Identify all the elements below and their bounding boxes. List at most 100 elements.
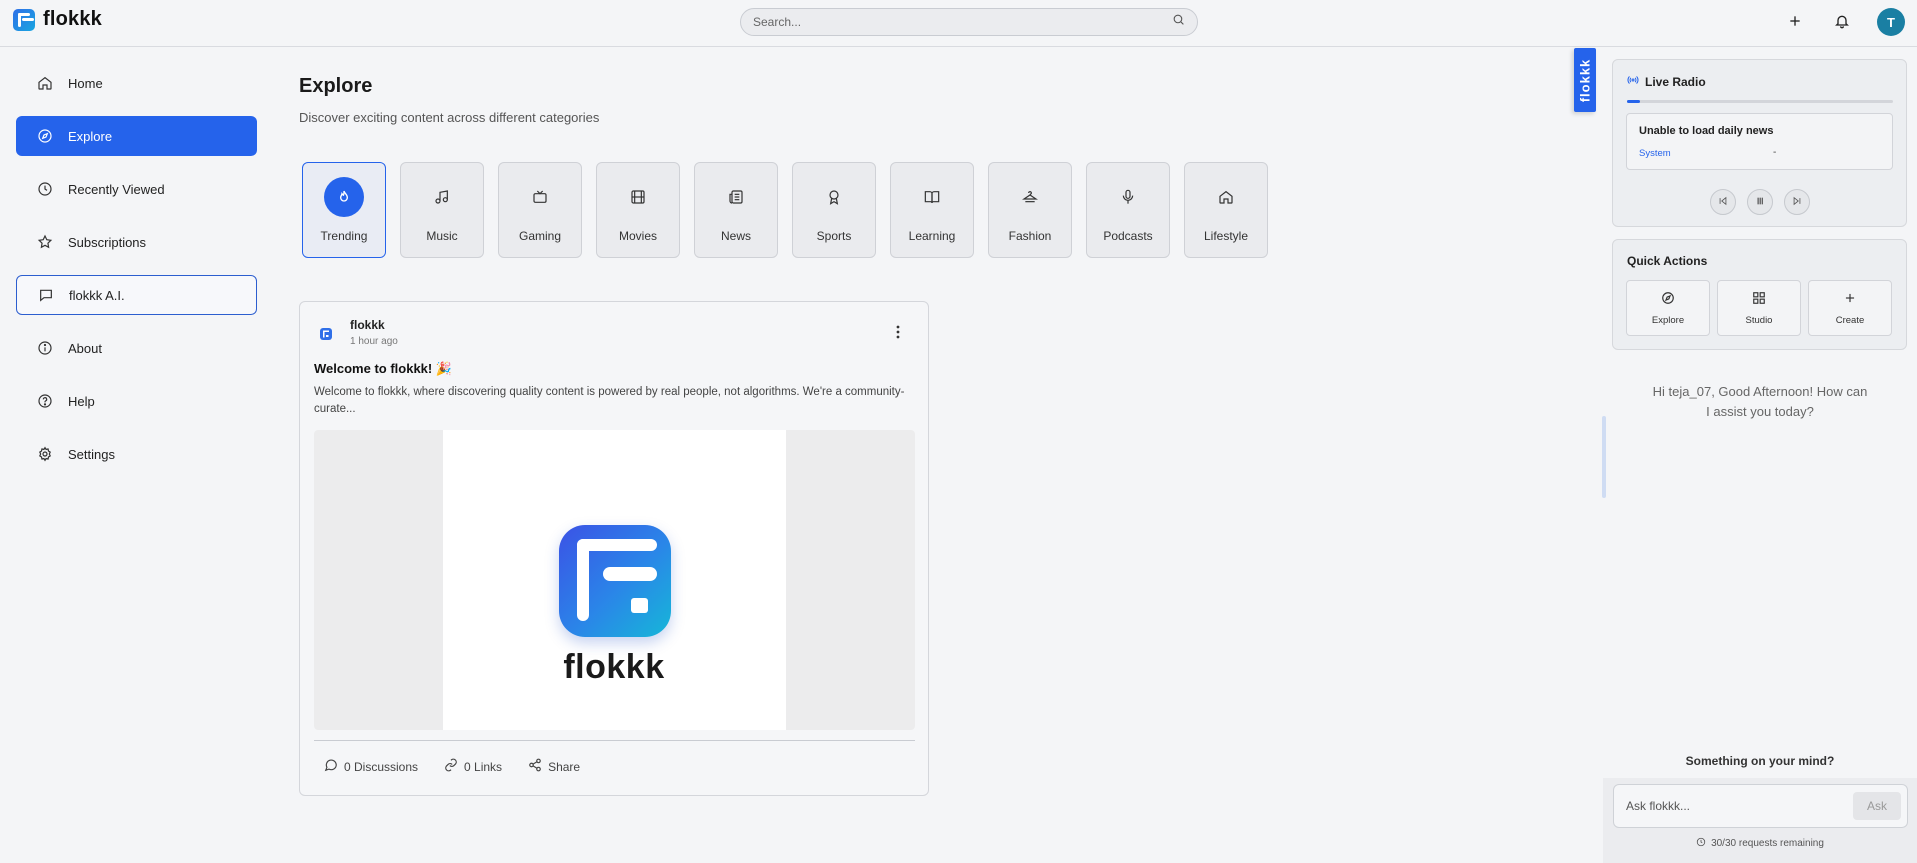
top-bar: flokkk T: [0, 0, 1917, 47]
share-button[interactable]: Share: [528, 758, 580, 775]
award-icon: [814, 177, 854, 217]
sidebar-item-flokkk-ai[interactable]: flokkk A.I.: [16, 275, 257, 315]
category-news[interactable]: News: [694, 162, 778, 258]
sidebar-item-label: Settings: [68, 446, 115, 462]
compass-icon: [1661, 291, 1675, 308]
search-input[interactable]: [753, 15, 1172, 29]
sidebar-item-subscriptions[interactable]: Subscriptions: [16, 222, 257, 262]
grid-icon: [1752, 291, 1766, 308]
quick-action-create[interactable]: Create: [1808, 280, 1892, 336]
category-music[interactable]: Music: [400, 162, 484, 258]
category-trending[interactable]: Trending: [302, 162, 386, 258]
category-lifestyle[interactable]: Lifestyle: [1184, 162, 1268, 258]
category-fashion[interactable]: Fashion: [988, 162, 1072, 258]
quick-action-label: Studio: [1745, 314, 1773, 326]
info-icon: [36, 339, 54, 357]
post-image[interactable]: flokkk: [314, 430, 915, 730]
quick-actions-panel: Quick Actions Explore Studio Create: [1612, 239, 1907, 350]
link-icon: [444, 758, 458, 775]
category-label: Sports: [816, 229, 852, 243]
flame-icon: [324, 177, 364, 217]
news-card[interactable]: Unable to load daily news System -: [1626, 113, 1893, 170]
chat-scroll-indicator[interactable]: [1602, 416, 1606, 498]
sidebar: Home Explore Recently Viewed Subscriptio…: [16, 63, 257, 487]
sidebar-item-label: Help: [68, 393, 95, 409]
hanger-icon: [1010, 177, 1050, 217]
sidebar-item-home[interactable]: Home: [16, 63, 257, 103]
category-podcasts[interactable]: Podcasts: [1086, 162, 1170, 258]
quick-actions-title: Quick Actions: [1627, 254, 1708, 268]
newspaper-icon: [716, 177, 756, 217]
ask-input[interactable]: [1626, 799, 1853, 813]
user-avatar[interactable]: T: [1877, 8, 1905, 36]
post-title[interactable]: Welcome to flokkk! 🎉: [314, 361, 452, 377]
quick-action-studio[interactable]: Studio: [1717, 280, 1801, 336]
home-icon: [36, 74, 54, 92]
search-icon[interactable]: [1172, 13, 1185, 31]
radio-progress-bar[interactable]: [1627, 100, 1893, 103]
links-button[interactable]: 0 Links: [444, 758, 502, 775]
sidebar-item-label: Explore: [68, 128, 113, 144]
ask-box: Ask: [1613, 784, 1908, 828]
radio-icon: [1627, 74, 1639, 89]
quick-actions-grid: Explore Studio Create: [1626, 280, 1892, 336]
search-bar[interactable]: [740, 8, 1198, 36]
post-author[interactable]: flokkk: [350, 318, 385, 332]
mic-icon: [1108, 177, 1148, 217]
category-label: Movies: [618, 229, 657, 243]
bell-icon[interactable]: [1831, 10, 1853, 32]
brand[interactable]: flokkk: [13, 8, 102, 31]
sidebar-item-explore[interactable]: Explore: [16, 116, 257, 156]
tv-icon: [520, 177, 560, 217]
flokkk-side-tab[interactable]: flokkk: [1574, 48, 1596, 112]
pause-button[interactable]: [1747, 189, 1773, 215]
side-tab-label: flokkk: [1577, 58, 1593, 102]
category-label: Fashion: [1008, 229, 1052, 243]
category-label: Trending: [320, 229, 368, 243]
comment-icon: [324, 758, 338, 775]
page-title: Explore: [299, 75, 373, 97]
discussions-count: 0 Discussions: [344, 759, 419, 774]
requests-remaining: 30/30 requests remaining: [1603, 837, 1917, 850]
quick-action-label: Create: [1835, 314, 1865, 326]
media-padding-left: [314, 430, 443, 730]
category-label: Music: [426, 229, 458, 243]
more-options-icon[interactable]: [890, 324, 906, 340]
sidebar-item-settings[interactable]: Settings: [16, 434, 257, 474]
previous-button[interactable]: [1710, 189, 1736, 215]
flokkk-logo-icon: [559, 525, 671, 637]
quick-action-explore[interactable]: Explore: [1626, 280, 1710, 336]
pause-icon: [1755, 193, 1765, 211]
page-subtitle: Discover exciting content across differe…: [299, 110, 600, 125]
gear-icon: [36, 445, 54, 463]
film-icon: [618, 177, 658, 217]
book-icon: [912, 177, 952, 217]
media-wordmark: flokkk: [563, 648, 665, 686]
help-icon: [36, 392, 54, 410]
ask-button[interactable]: Ask: [1853, 792, 1901, 820]
clock-icon: [36, 180, 54, 198]
category-learning[interactable]: Learning: [890, 162, 974, 258]
category-label: Learning: [908, 229, 956, 243]
sidebar-item-help[interactable]: Help: [16, 381, 257, 421]
news-title: Unable to load daily news: [1639, 125, 1774, 137]
discussions-button[interactable]: 0 Discussions: [324, 758, 418, 775]
category-sports[interactable]: Sports: [792, 162, 876, 258]
sidebar-item-recently-viewed[interactable]: Recently Viewed: [16, 169, 257, 209]
skip-forward-icon: [1792, 193, 1802, 211]
sidebar-item-about[interactable]: About: [16, 328, 257, 368]
category-list: Trending Music Gaming Movies News Sports…: [302, 162, 1268, 258]
create-plus-icon[interactable]: [1784, 10, 1806, 32]
media-padding-right: [786, 430, 915, 730]
player-controls: [1710, 189, 1810, 215]
flokkk-logo-icon: [13, 8, 35, 31]
radio-progress-fill: [1627, 100, 1641, 103]
divider: [314, 740, 915, 741]
category-movies[interactable]: Movies: [596, 162, 680, 258]
category-gaming[interactable]: Gaming: [498, 162, 582, 258]
next-button[interactable]: [1784, 189, 1810, 215]
sidebar-item-label: Subscriptions: [68, 234, 147, 250]
post-card[interactable]: flokkk 1 hour ago Welcome to flokkk! 🎉 W…: [299, 301, 929, 796]
chat-icon: [37, 286, 55, 304]
sidebar-item-label: Recently Viewed: [68, 181, 165, 197]
